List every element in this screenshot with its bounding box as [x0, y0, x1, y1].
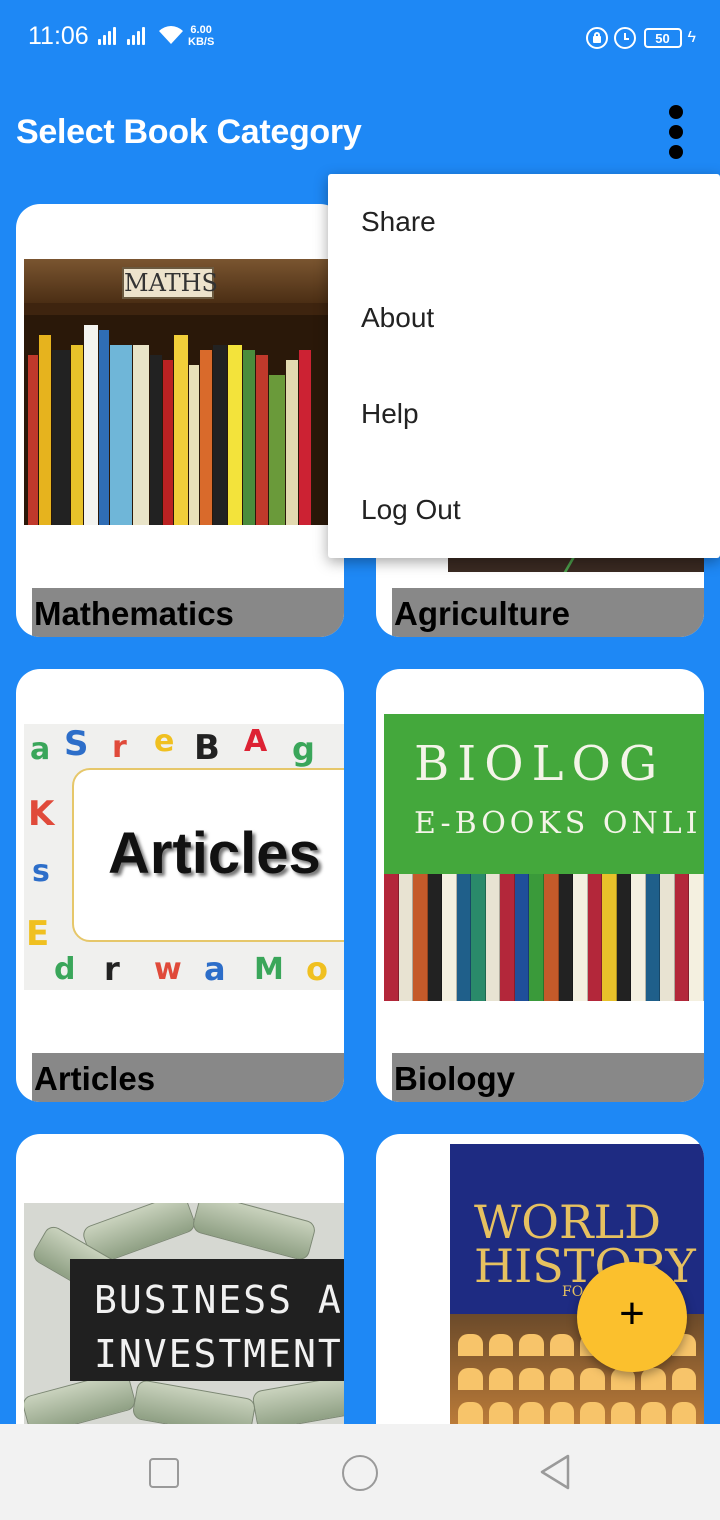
menu-item-about[interactable]: About [361, 302, 434, 334]
category-label: Biology [392, 1053, 704, 1102]
network-speed-unit: KB/S [188, 36, 215, 48]
status-time: 11:06 [28, 22, 89, 50]
more-vert-icon-dot [669, 145, 683, 159]
signal-icon [127, 27, 149, 45]
business-sign-line-2: INVESTMENT [94, 1332, 343, 1376]
more-vert-icon [669, 105, 683, 119]
charging-icon: ϟ [687, 29, 696, 46]
page-title: Select Book Category [16, 113, 362, 151]
category-label: Articles [32, 1053, 344, 1102]
biology-image-subtitle: E-BOOKS ONLI [414, 806, 702, 841]
menu-item-share[interactable]: Share [361, 206, 436, 238]
signal-icon [98, 27, 120, 45]
business-sign-text: BUSINESS AND INVESTMENT [94, 1273, 344, 1381]
lock-icon [585, 27, 608, 49]
business-image: BUSINESS AND INVESTMENT [24, 1203, 344, 1425]
home-button[interactable] [342, 1455, 378, 1491]
biology-image: BIOLOG E-BOOKS ONLI [384, 714, 704, 1001]
more-vert-icon-dot [669, 125, 683, 139]
menu-item-help[interactable]: Help [361, 398, 419, 430]
wifi-icon [159, 26, 183, 44]
plus-icon: + [619, 1289, 645, 1338]
category-card-articles[interactable]: a S r e B A g K s E d r w a M o Articles… [16, 669, 344, 1102]
alarm-icon [613, 27, 636, 49]
battery-level: 50 [655, 30, 670, 46]
network-speed-value: 6.00 [190, 24, 212, 36]
category-label: Mathematics [32, 588, 344, 637]
recent-apps-button[interactable] [149, 1458, 179, 1488]
more-options-button[interactable] [656, 100, 696, 164]
biology-image-title: BIOLOG [414, 736, 666, 792]
network-speed: 6.00 KB/S [188, 24, 214, 48]
status-bar: 11:06 6.00 KB/S 50 ϟ [0, 0, 720, 76]
articles-sign-text: Articles [108, 821, 321, 886]
back-button[interactable] [536, 1452, 576, 1492]
mathematics-image: MATHS [24, 259, 328, 525]
overflow-menu: Share About Help Log Out [328, 174, 720, 558]
category-label: Agriculture [392, 588, 704, 637]
category-card-biology[interactable]: BIOLOG E-BOOKS ONLI Biology [376, 669, 704, 1102]
status-icons: 50 ϟ [585, 24, 696, 52]
battery-icon: 50 [643, 28, 682, 48]
world-history-line-1: WORLD [474, 1195, 662, 1249]
add-button[interactable]: + [577, 1262, 687, 1372]
articles-image: a S r e B A g K s E d r w a M o Articles [24, 724, 344, 990]
menu-item-log-out[interactable]: Log Out [361, 494, 461, 526]
maths-sign-text: MATHS [122, 267, 218, 299]
category-card-mathematics[interactable]: MATHS Mathematics [16, 204, 344, 637]
business-sign-line-1: BUSINESS AND [94, 1278, 344, 1322]
